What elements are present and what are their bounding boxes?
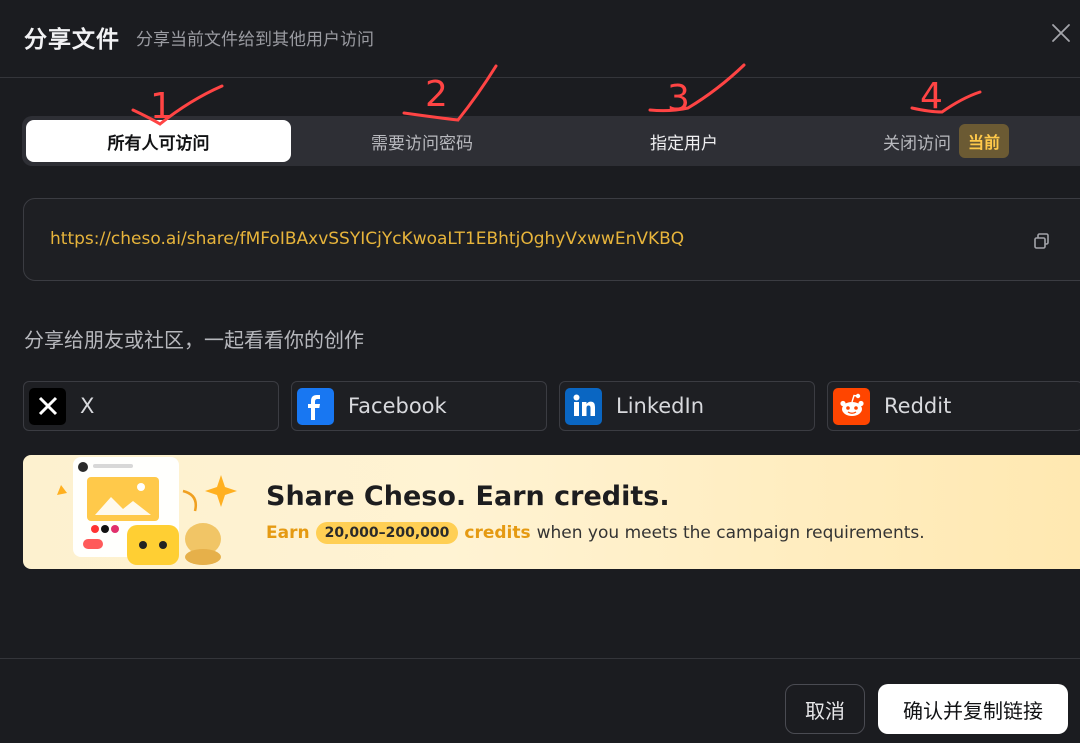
tab-specified-users[interactable]: 指定用户 [553, 120, 815, 162]
annotation-check-4 [910, 90, 982, 114]
x-logo-icon [29, 387, 66, 425]
social-label: LinkedIn [616, 394, 705, 418]
facebook-logo-icon [297, 387, 334, 425]
campaign-illustration-icon [57, 457, 237, 565]
tab-password-access[interactable]: 需要访问密码 [291, 120, 553, 162]
close-icon[interactable] [1050, 22, 1072, 44]
confirm-copy-link-button[interactable]: 确认并复制链接 [878, 684, 1068, 734]
annotation-number-3: 3 [667, 78, 690, 119]
social-label: X [80, 394, 95, 418]
share-reddit-button[interactable]: Reddit [827, 381, 1080, 431]
annotation-number-4: 4 [920, 76, 943, 117]
tab-label: 指定用户 [650, 133, 718, 154]
tab-close-access[interactable]: 关闭访问 当前 [815, 120, 1077, 162]
share-link[interactable]: https://cheso.ai/share/fMFoIBAxvSSYICjYc… [50, 229, 684, 249]
banner-rest: when you meets the campaign requirements… [536, 523, 925, 543]
tab-label: 关闭访问 [882, 133, 951, 154]
share-section-label: 分享给朋友或社区，一起看看你的创作 [24, 328, 364, 352]
share-facebook-button[interactable]: Facebook [291, 381, 547, 431]
credits-range-badge: 20,000–200,000 [315, 522, 459, 544]
copy-icon[interactable] [1032, 231, 1052, 251]
banner-description: Earn 20,000–200,000 credits when you mee… [266, 522, 925, 544]
campaign-banner[interactable]: Share Cheso. Earn credits. Earn 20,000–2… [23, 455, 1080, 569]
cancel-button[interactable]: 取消 [785, 684, 865, 734]
reddit-logo-icon [833, 387, 870, 425]
banner-title: Share Cheso. Earn credits. [266, 481, 670, 512]
linkedin-logo-icon [565, 387, 602, 425]
dialog-header: 分享文件 分享当前文件给到其他用户访问 [0, 0, 1080, 78]
share-file-dialog: 分享文件 分享当前文件给到其他用户访问 所有人可访问 需要访问密码 指定用户 关… [0, 0, 1080, 743]
share-x-button[interactable]: X [23, 381, 279, 431]
annotation-number-2: 2 [425, 74, 448, 115]
access-tabs: 所有人可访问 需要访问密码 指定用户 关闭访问 当前 [22, 116, 1080, 166]
dialog-title: 分享文件 [24, 27, 120, 53]
banner-credits: credits [464, 523, 531, 543]
banner-earn: Earn [266, 523, 310, 543]
social-label: Reddit [884, 394, 952, 418]
tab-public-access[interactable]: 所有人可访问 [26, 120, 291, 162]
share-link-box: https://cheso.ai/share/fMFoIBAxvSSYICjYc… [23, 198, 1080, 281]
tab-label: 所有人可访问 [107, 133, 210, 154]
current-badge: 当前 [958, 124, 1009, 158]
footer-divider [0, 658, 1080, 659]
social-label: Facebook [348, 394, 447, 418]
tab-label: 需要访问密码 [371, 133, 473, 154]
share-linkedin-button[interactable]: LinkedIn [559, 381, 815, 431]
dialog-subtitle: 分享当前文件给到其他用户访问 [136, 30, 374, 50]
